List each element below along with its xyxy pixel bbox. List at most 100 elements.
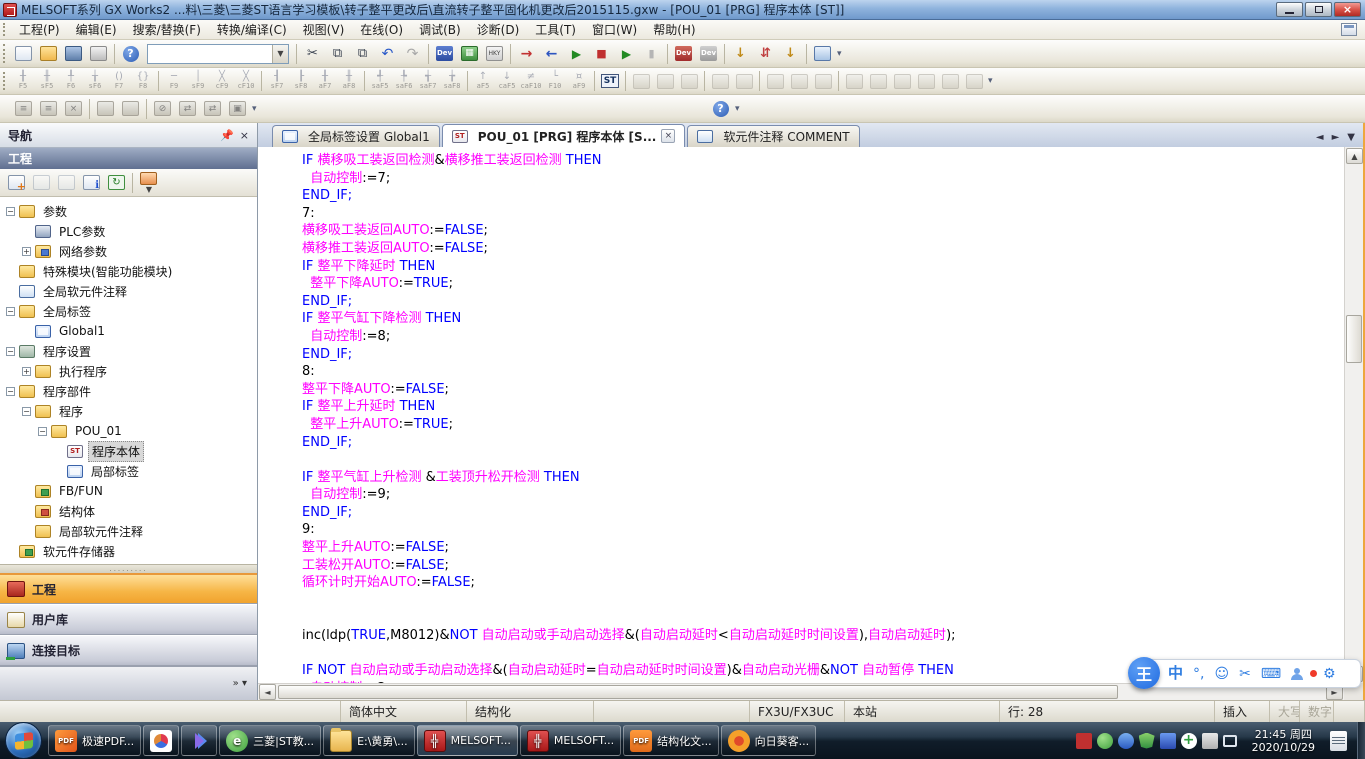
document-tab[interactable]: STPOU_01 [PRG] 程序本体 [S...× [442, 124, 686, 147]
tree-expand-icon[interactable]: − [6, 387, 15, 396]
tree-expand-icon[interactable]: − [6, 307, 15, 316]
monitor-stop-all-button[interactable]: ▣ [226, 98, 249, 120]
find-device-button[interactable] [787, 69, 811, 93]
label-edit-2-button[interactable] [119, 98, 142, 120]
copy-data-button[interactable] [30, 172, 53, 194]
read-from-plc-button[interactable]: ← [540, 43, 563, 65]
restore-button[interactable] [1305, 2, 1332, 17]
print-button[interactable] [87, 43, 110, 65]
pinyin-tray-icon[interactable] [1160, 733, 1176, 749]
tab-scroll-left-icon[interactable]: ◄ [1316, 132, 1324, 143]
monitor-stop-button[interactable]: ■ [590, 43, 613, 65]
tree-item[interactable]: −PLC参数 [0, 221, 257, 241]
device-batch-button[interactable] [938, 69, 962, 93]
shield-tray-icon[interactable] [1139, 733, 1155, 749]
keyboard-icon[interactable]: ⌨ [1261, 667, 1281, 681]
taskbar-app-button[interactable]: ╬MELSOFT... [417, 725, 518, 756]
menu-item[interactable]: 工具(T) [527, 19, 584, 40]
menu-item[interactable]: 诊断(D) [469, 19, 528, 40]
context-help-button[interactable]: ? [709, 98, 732, 120]
connecting-line-button[interactable] [708, 69, 732, 93]
transfer-setup-2-button[interactable]: ⇄ [201, 98, 224, 120]
tree-item[interactable]: −全局软元件注释 [0, 281, 257, 301]
view-selector-project[interactable]: 工程 [0, 573, 257, 604]
ladder-symbol-cF9-button[interactable]: ╳cF9 [210, 69, 234, 93]
tree-item[interactable]: −软元件存储器 [0, 541, 257, 561]
tree-item[interactable]: −参数 [0, 201, 257, 221]
document-tab[interactable]: 软元件注释 COMMENT [687, 125, 859, 147]
device-comment-edit-button[interactable] [629, 69, 653, 93]
insert-row-button[interactable]: ≡ [37, 98, 60, 120]
vertical-scroll-thumb[interactable] [1346, 315, 1362, 363]
statement-edit-button[interactable] [653, 69, 677, 93]
taskbar-app-button[interactable]: E:\黄勇\... [323, 725, 415, 756]
ladder-symbol-F9-button[interactable]: ─F9 [162, 69, 186, 93]
st-code[interactable]: IF 横移吸工装返回检测&横移推工装返回检测 THEN 自动控制:=7;END_… [258, 147, 1344, 683]
delete-row-button[interactable]: × [62, 98, 85, 120]
ladder-symbol-F7-button[interactable]: ()F7 [107, 69, 131, 93]
write-mode-button[interactable] [914, 69, 938, 93]
undo-button[interactable]: ↶ [376, 43, 399, 65]
scroll-left-icon[interactable]: ◄ [259, 684, 276, 700]
document-tab[interactable]: 全局标签设置 Global1 [272, 125, 440, 147]
toolbar-overflow-icon[interactable]: ▾ [837, 49, 848, 59]
ladder-symbol-F8-button[interactable]: {}F8 [131, 69, 155, 93]
ladder-screen-button[interactable]: ▦ [458, 43, 481, 65]
taskbar-app-button[interactable]: PDF结构化文... [623, 725, 719, 756]
transfer-setup-button[interactable]: ⇄ [176, 98, 199, 120]
ladder-symbol-saF5-button[interactable]: ╃saF5 [368, 69, 392, 93]
tree-item[interactable]: −FB/FUN [0, 481, 257, 501]
toolbar-overflow-icon[interactable]: ▾ [735, 104, 746, 114]
taskbar-app-button[interactable]: e三菱|ST教... [219, 725, 321, 756]
tree-expand-icon[interactable]: − [6, 207, 15, 216]
ladder-symbol-aF7-button[interactable]: ╂aF7 [313, 69, 337, 93]
taskbar-app-button[interactable] [143, 725, 179, 756]
ladder-symbol-saF7-button[interactable]: ╅saF7 [416, 69, 440, 93]
health-tray-icon[interactable] [1181, 733, 1197, 749]
tree-item[interactable]: −程序 [0, 401, 257, 421]
refresh-button[interactable]: ↻ [105, 172, 128, 194]
tree-item[interactable]: −局部标签 [0, 461, 257, 481]
tree-expand-icon[interactable]: + [22, 367, 31, 376]
ladder-symbol-sF8-button[interactable]: ┠sF8 [289, 69, 313, 93]
taskbar-app-button[interactable]: ╬MELSOFT... [520, 725, 621, 756]
show-desktop-button[interactable] [1357, 722, 1365, 759]
save-button[interactable] [62, 43, 85, 65]
taskbar-clock[interactable]: 21:45 周四 2020/10/29 [1252, 728, 1315, 754]
tree-item[interactable]: −Global1 [0, 321, 257, 341]
view-selector-user-library[interactable]: 用户库 [0, 604, 257, 635]
taskbar-app-button[interactable]: 向日葵客... [721, 725, 817, 756]
ladder-symbol-F5-button[interactable]: ╂F5 [11, 69, 35, 93]
horizontal-scroll-thumb[interactable] [278, 685, 1118, 699]
write-to-plc-button[interactable]: → [515, 43, 538, 65]
tree-item[interactable]: −结构体 [0, 501, 257, 521]
ladder-symbol-saF8-button[interactable]: ╆saF8 [440, 69, 464, 93]
menu-item[interactable]: 在线(O) [352, 19, 411, 40]
ladder-symbol-F6-button[interactable]: ╀F6 [59, 69, 83, 93]
open-file-button[interactable] [37, 43, 60, 65]
scroll-up-icon[interactable]: ▲ [1346, 148, 1363, 164]
clipboard-tray-icon[interactable] [1202, 733, 1218, 749]
tree-item[interactable]: −全局标签 [0, 301, 257, 321]
monitor-run-button[interactable]: ▶ [615, 43, 638, 65]
close-button[interactable]: × [1334, 2, 1361, 17]
menu-item[interactable]: 调试(B) [411, 19, 469, 40]
tree-expand-icon[interactable]: + [22, 247, 31, 256]
browser-tray-icon[interactable] [1097, 733, 1113, 749]
emoji-icon[interactable]: ☺ [1214, 667, 1229, 681]
cut-button[interactable]: ✂ [301, 43, 324, 65]
monitor-disable-button[interactable]: ⊘ [151, 98, 174, 120]
taskbar-app-button[interactable] [181, 725, 217, 756]
tree-item[interactable]: −ST程序本体 [0, 441, 257, 461]
ime-punctuation-icon[interactable]: °, [1193, 667, 1204, 681]
taskbar-app-button[interactable]: PDF极速PDF... [48, 725, 141, 756]
tree-item[interactable]: −局部软元件注释 [0, 521, 257, 541]
tree-item[interactable]: +执行程序 [0, 361, 257, 381]
ladder-symbol-aF8-button[interactable]: ╫aF8 [337, 69, 361, 93]
more-views-icon[interactable]: » ▾ [233, 678, 247, 689]
tree-item[interactable]: +网络参数 [0, 241, 257, 261]
data-properties-button[interactable] [80, 172, 103, 194]
notes-icon[interactable] [1330, 731, 1347, 751]
new-data-button[interactable] [5, 172, 28, 194]
start-button[interactable] [5, 722, 42, 759]
